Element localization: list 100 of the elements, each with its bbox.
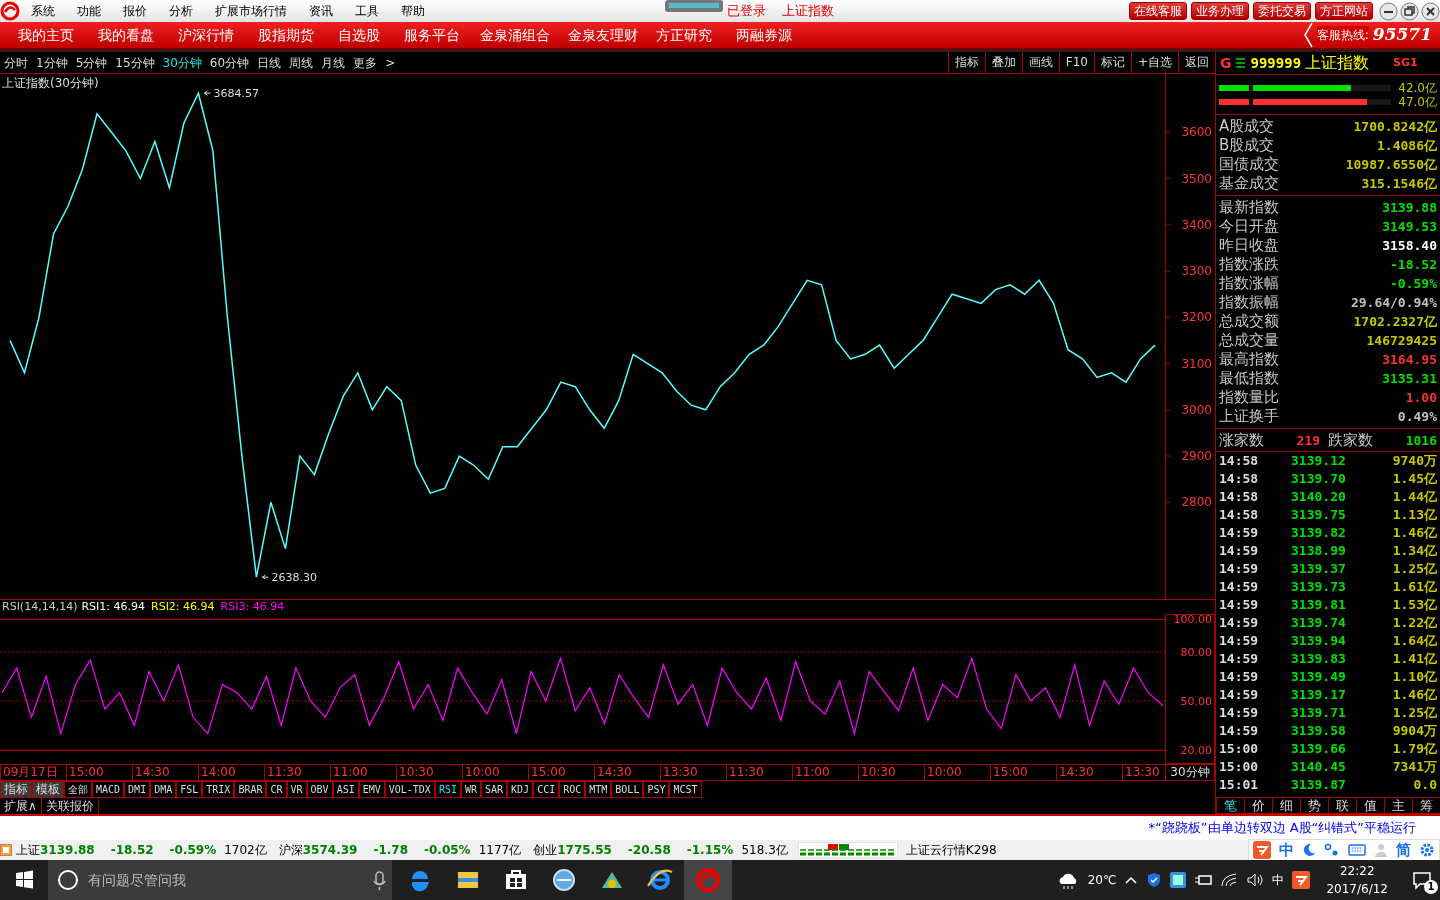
indicator-tab[interactable]: SAR — [481, 781, 508, 798]
menu-item[interactable]: 报价 — [112, 2, 158, 20]
search-box[interactable]: 有问题尽管问我 — [48, 860, 392, 900]
indicator-tab[interactable]: WR — [460, 781, 481, 798]
clock-date[interactable]: 2017/6/12 — [1326, 880, 1388, 898]
moon-icon[interactable] — [1302, 843, 1316, 857]
nav-item[interactable]: 金泉涌组合 — [480, 24, 550, 46]
header-button[interactable]: 委托交易 — [1253, 2, 1311, 20]
toolbar-button[interactable]: 叠加 — [984, 52, 1022, 73]
ime-mode[interactable]: 中 — [1279, 838, 1294, 862]
indicator-tab[interactable]: MCST — [669, 781, 702, 798]
header-button[interactable]: 在线客服 — [1129, 2, 1187, 20]
wifi-icon[interactable] — [1220, 873, 1239, 887]
indicator-tab[interactable]: CR — [266, 781, 287, 798]
menu-item[interactable]: 工具 — [344, 2, 390, 20]
indicator-tab[interactable]: ROC — [559, 781, 586, 798]
indicator-tab[interactable]: VR — [286, 781, 307, 798]
indicator-tab[interactable]: MACD — [92, 781, 125, 798]
header-button[interactable]: 方正网站 — [1315, 2, 1373, 20]
panel-tab[interactable]: 联 — [1328, 797, 1356, 814]
keyboard-icon[interactable] — [1348, 843, 1366, 857]
nav-item[interactable]: 我的主页 — [18, 24, 74, 46]
toolbar-button[interactable]: 画线 — [1021, 52, 1059, 73]
nav-item[interactable]: 自选股 — [338, 24, 380, 46]
indicator-tab[interactable]: DMA — [150, 781, 177, 798]
header-button[interactable]: 业务办理 — [1191, 2, 1249, 20]
indicator-tab[interactable]: 全部 — [64, 781, 92, 798]
menu-item[interactable]: 帮助 — [390, 2, 436, 20]
close-icon[interactable] — [1421, 1, 1440, 21]
toolbar-button[interactable]: 指标 — [947, 52, 985, 73]
indicator-tab[interactable]: FSL — [176, 781, 203, 798]
toolbar-button[interactable]: 返回 — [1178, 52, 1215, 73]
period-tab[interactable]: 60分钟 — [205, 53, 254, 72]
period-tab[interactable]: 30分钟 — [158, 53, 206, 72]
indicator-tab[interactable]: OBV — [306, 781, 333, 798]
menu-item[interactable]: 系统 — [20, 2, 66, 20]
nav-item[interactable]: 股指期货 — [258, 24, 314, 46]
panel-tab[interactable]: 价 — [1244, 797, 1272, 814]
menu-item[interactable]: 扩展市场行情 — [204, 2, 298, 20]
search-field[interactable]: 有问题尽管问我 — [86, 868, 346, 892]
indicator-tab[interactable]: CCI — [533, 781, 560, 798]
more-link[interactable]: 更多 — [349, 53, 382, 72]
indicator-tab[interactable]: ASI — [332, 781, 359, 798]
index-name: 沪深 — [278, 842, 303, 859]
menu-item[interactable]: 资讯 — [298, 2, 344, 20]
indicator-tab[interactable]: 指标 — [0, 781, 32, 798]
notification-icon[interactable] — [1412, 870, 1432, 890]
panel-tab[interactable]: 细 — [1272, 797, 1300, 814]
settings-icon[interactable] — [1419, 842, 1435, 858]
tick-time: 14:58 — [1219, 506, 1260, 525]
ime-script[interactable]: 简 — [1396, 838, 1411, 862]
indicator-tab[interactable]: 模板 — [32, 781, 64, 798]
menu-item[interactable]: 功能 — [66, 2, 112, 20]
power-plug-icon[interactable] — [1194, 873, 1213, 887]
period-tab[interactable]: 周线 — [285, 53, 318, 72]
period-tab[interactable]: 5分钟 — [71, 53, 112, 72]
toolbar-button[interactable]: F10 — [1058, 52, 1094, 73]
toolbar-button[interactable]: 标记 — [1093, 52, 1131, 73]
period-tab[interactable]: 1分钟 — [32, 53, 72, 72]
clock-time[interactable]: 22:22 — [1339, 862, 1375, 880]
dots-icon[interactable] — [1324, 843, 1340, 857]
indicator-tab[interactable]: MTM — [585, 781, 612, 798]
indicator-tab[interactable]: PSY — [643, 781, 670, 798]
nav-item[interactable]: 沪深行情 — [178, 24, 234, 46]
shield-icon[interactable] — [1146, 872, 1163, 888]
panel-tab[interactable]: 笔 — [1216, 797, 1244, 814]
nav-item[interactable]: 金泉友理财 — [568, 24, 638, 46]
indicator-tab[interactable]: EMV — [358, 781, 385, 798]
period-tab[interactable]: 月线 — [317, 53, 350, 72]
nav-item[interactable]: 两融券源 — [736, 24, 792, 46]
indicator-tab[interactable]: TRIX — [202, 781, 235, 798]
period-tab[interactable]: 分时 — [0, 53, 32, 72]
nav-item[interactable]: 我的看盘 — [98, 24, 154, 46]
indicator-tab[interactable]: DMI — [124, 781, 151, 798]
period-tab[interactable]: 15分钟 — [111, 53, 159, 72]
toolbar-button[interactable]: +自选 — [1130, 52, 1178, 73]
indicator-tab[interactable]: KDJ — [507, 781, 534, 798]
tick-volume: 1.25亿 — [1392, 560, 1437, 579]
period-tab[interactable]: 日线 — [253, 53, 286, 72]
nav-item[interactable]: 服务平台 — [404, 24, 460, 46]
ime-indicator[interactable]: 中 — [1272, 871, 1285, 889]
panel-tab[interactable]: 筹 — [1412, 797, 1440, 814]
keyboard-app-icon[interactable] — [1292, 871, 1311, 889]
indicator-tab[interactable]: BRAR — [234, 781, 267, 798]
restore-icon[interactable] — [1400, 1, 1419, 21]
panel-tab[interactable]: 值 — [1356, 797, 1384, 814]
volume-icon[interactable] — [1246, 873, 1265, 887]
nav-item[interactable]: 方正研究 — [656, 24, 712, 46]
menu-item[interactable]: 分析 — [158, 2, 204, 20]
panel-tab[interactable]: 主 — [1384, 797, 1412, 814]
app-tray-icon[interactable] — [1170, 872, 1187, 888]
indicator-tab[interactable]: VOL-TDX — [384, 781, 435, 798]
weather-text[interactable]: 20℃ — [1087, 871, 1117, 889]
menu-icon[interactable] — [1235, 58, 1245, 68]
news-ticker[interactable]: *“跷跷板”由单边转双边 A股“纠错式”平稳运行 — [1148, 818, 1416, 838]
more-arrow[interactable]: > — [381, 53, 400, 72]
panel-tab[interactable]: 势 — [1300, 797, 1328, 814]
indicator-tab[interactable]: RSI — [434, 781, 461, 798]
minimize-icon[interactable] — [1379, 1, 1398, 21]
indicator-tab[interactable]: BOLL — [611, 781, 644, 798]
